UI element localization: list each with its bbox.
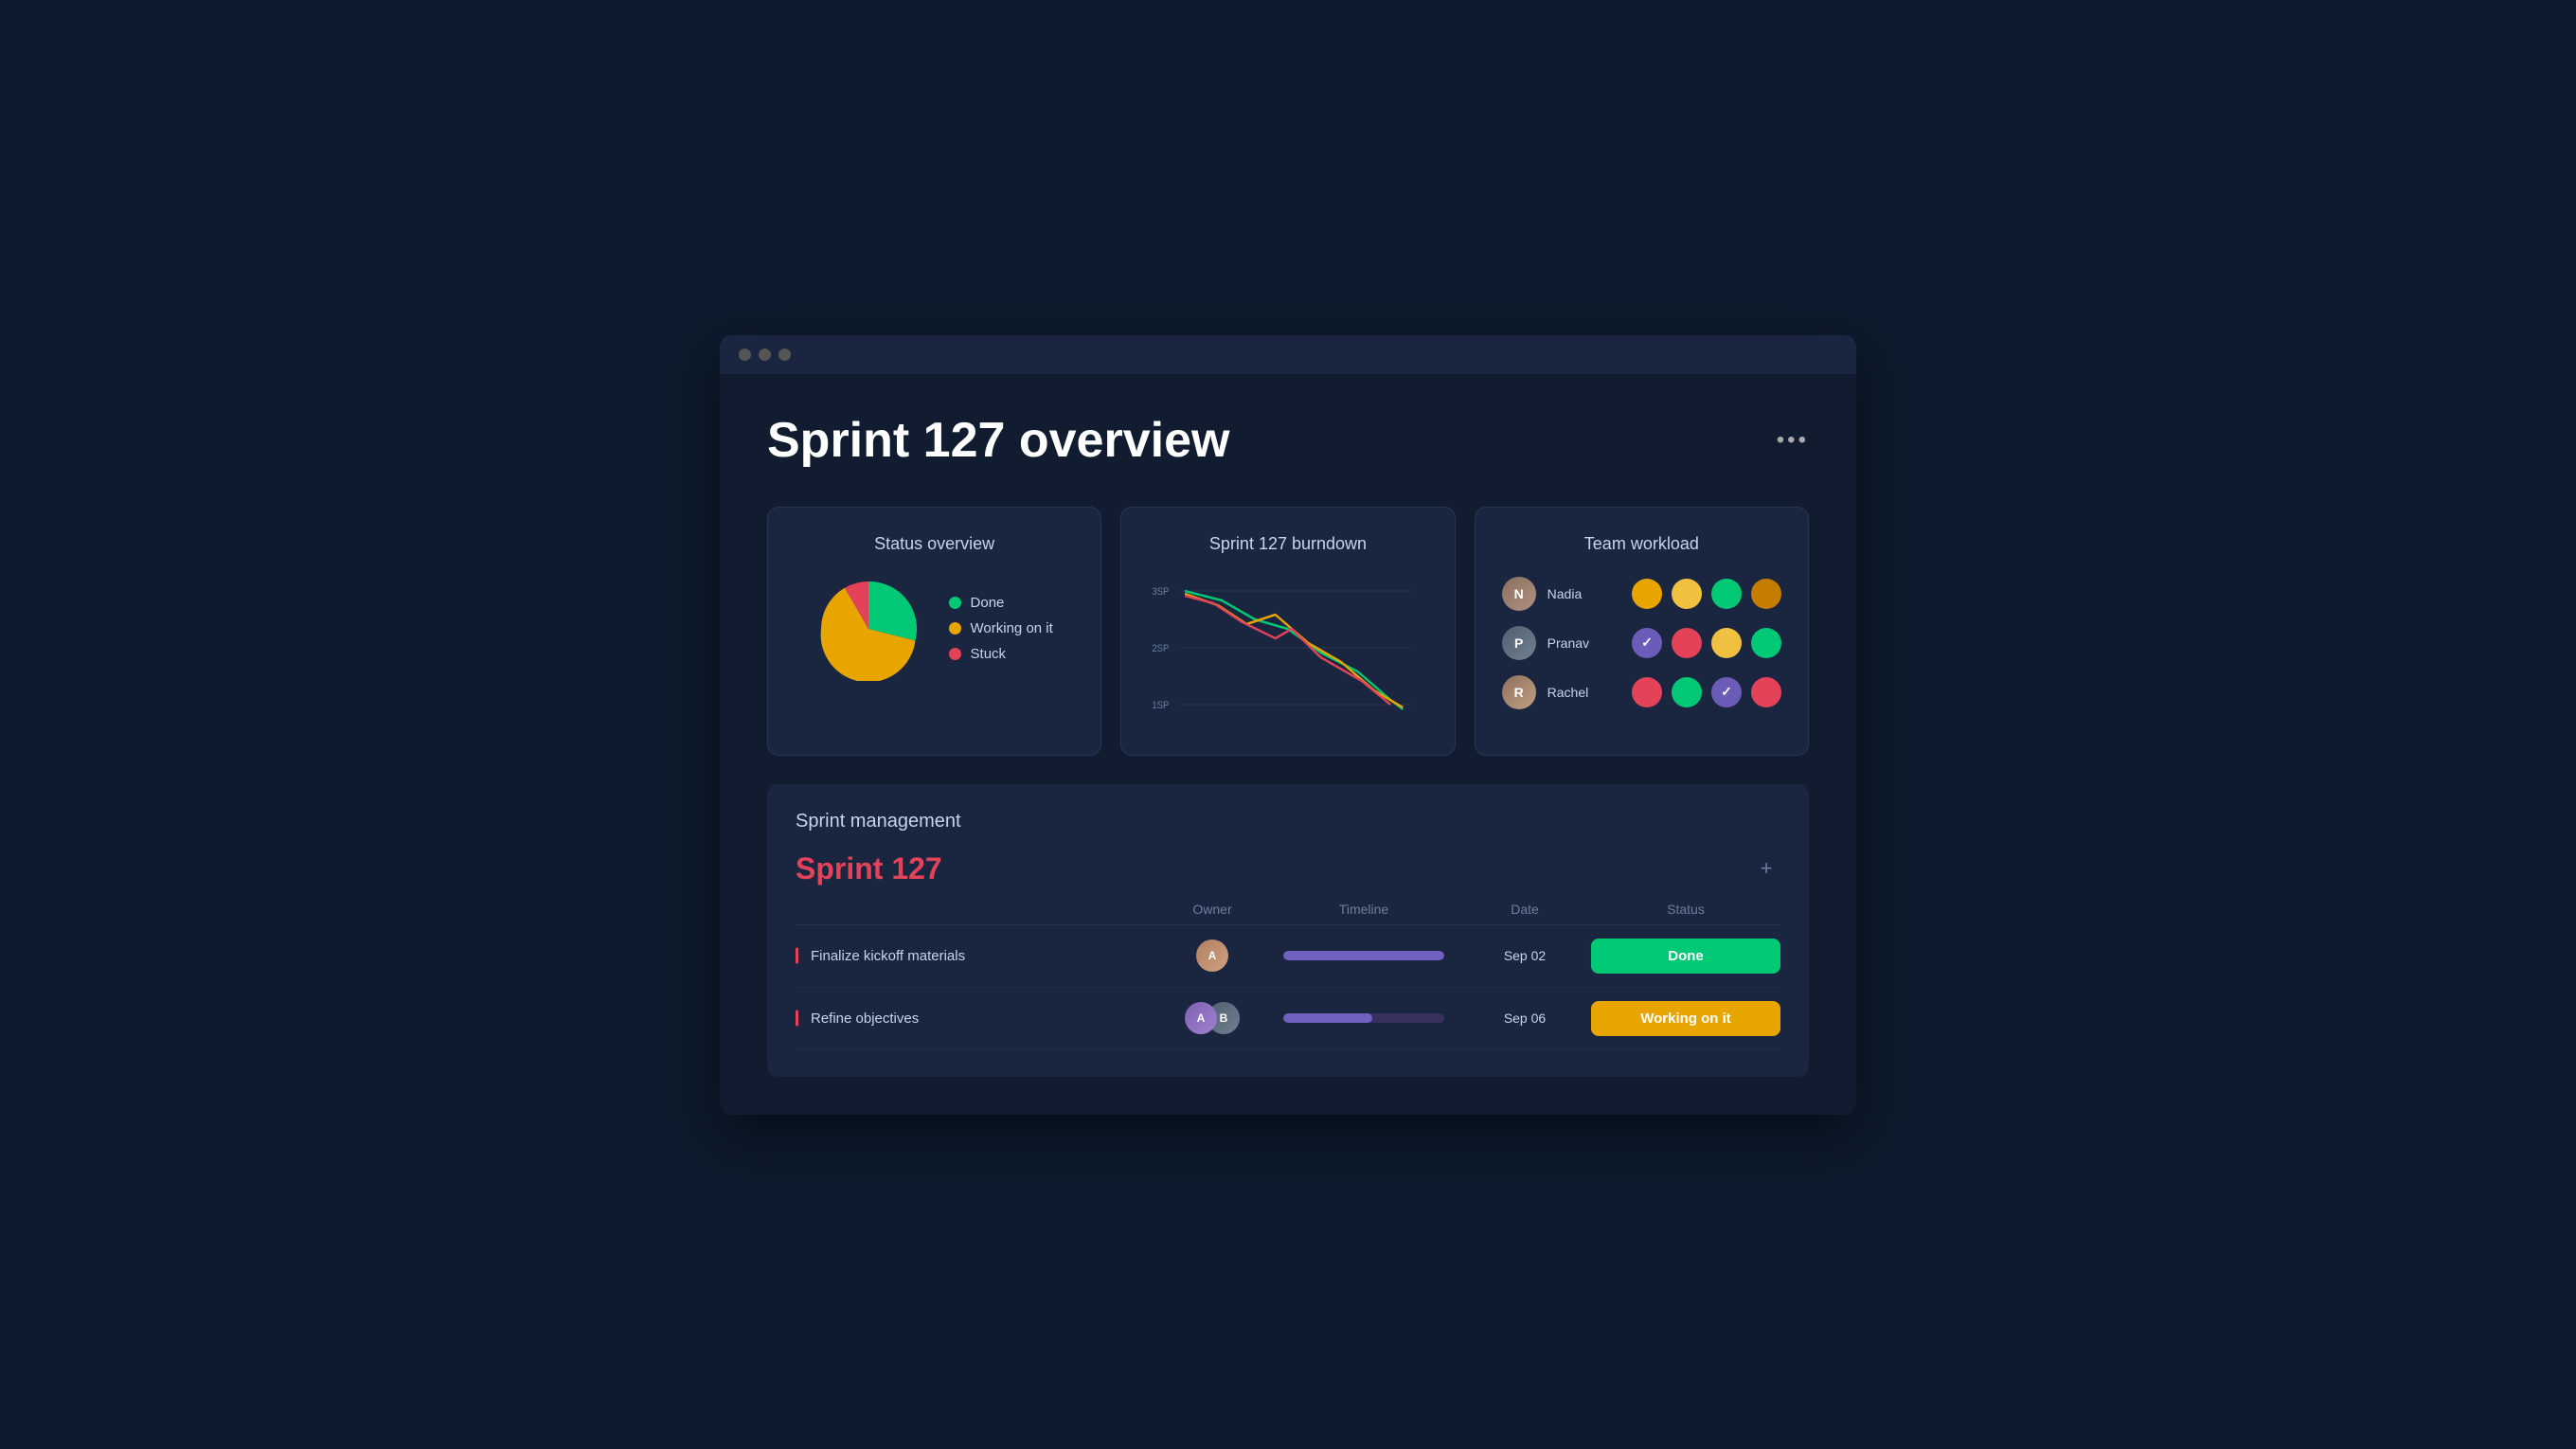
avatar-rachel: R bbox=[1502, 675, 1536, 709]
col-owner: Owner bbox=[1165, 902, 1260, 917]
workload-row-rachel: R Rachel ✓ bbox=[1502, 675, 1781, 709]
workload-row-nadia: N Nadia bbox=[1502, 577, 1781, 611]
timeline-cell-2 bbox=[1269, 1013, 1458, 1023]
pranav-dot-1: ✓ bbox=[1632, 628, 1662, 658]
sprint-header-row: Sprint 127 + bbox=[796, 851, 1780, 886]
nadia-dot-2 bbox=[1672, 579, 1702, 609]
team-workload-title: Team workload bbox=[1502, 534, 1781, 554]
task-name-2: Refine objectives bbox=[796, 1011, 1155, 1027]
timeline-bar-1 bbox=[1283, 951, 1444, 960]
more-menu-button[interactable]: ••• bbox=[1777, 427, 1809, 454]
page-title: Sprint 127 overview bbox=[767, 412, 1229, 469]
timeline-cell-1 bbox=[1269, 951, 1458, 960]
pranav-dot-4 bbox=[1751, 628, 1781, 658]
status-badge-1: Done bbox=[1591, 939, 1780, 974]
pranav-dots: ✓ bbox=[1611, 628, 1781, 658]
pie-section: Done Working on it Stuck bbox=[795, 577, 1074, 681]
nadia-dot-4 bbox=[1751, 579, 1781, 609]
burndown-card: Sprint 127 burndown 3SP 2SP 1SP bbox=[1120, 507, 1455, 756]
owner-cell-1: A bbox=[1165, 939, 1260, 972]
title-bar bbox=[720, 335, 1856, 374]
sprint-name: Sprint 127 bbox=[796, 851, 942, 886]
page-header: Sprint 127 overview ••• bbox=[767, 412, 1809, 469]
date-cell-1: Sep 02 bbox=[1468, 948, 1582, 963]
owner-avatar-1: A bbox=[1196, 939, 1228, 972]
pranav-dot-3 bbox=[1711, 628, 1742, 658]
nadia-dot-3 bbox=[1711, 579, 1742, 609]
owner-avatars-2: A B bbox=[1185, 1002, 1240, 1034]
avatar-pranav: P bbox=[1502, 626, 1536, 660]
rachel-dot-2 bbox=[1672, 677, 1702, 707]
task-row-1: Finalize kickoff materials A Sep 02 Done bbox=[796, 925, 1780, 988]
name-rachel: Rachel bbox=[1547, 685, 1600, 700]
stuck-label: Stuck bbox=[971, 646, 1007, 662]
nadia-dot-1 bbox=[1632, 579, 1662, 609]
avatar-nadia: N bbox=[1502, 577, 1536, 611]
nadia-dots bbox=[1611, 579, 1781, 609]
sprint-columns-header: Owner Timeline Date Status bbox=[796, 894, 1780, 925]
timeline-bar-2 bbox=[1283, 1013, 1444, 1023]
col-date: Date bbox=[1468, 902, 1582, 917]
task-row-2: Refine objectives A B Sep 06 Working on … bbox=[796, 988, 1780, 1050]
pie-chart bbox=[816, 577, 921, 681]
team-workload-card: Team workload N Nadia bbox=[1475, 507, 1809, 756]
status-overview-title: Status overview bbox=[795, 534, 1074, 554]
sprint-management-title: Sprint management bbox=[796, 811, 1780, 832]
name-pranav: Pranav bbox=[1547, 635, 1600, 651]
status-badge-2: Working on it bbox=[1591, 1001, 1780, 1036]
burndown-chart: 3SP 2SP 1SP bbox=[1148, 577, 1427, 728]
owner-avatar-2a: A bbox=[1185, 1002, 1217, 1034]
working-dot bbox=[949, 622, 961, 635]
working-label: Working on it bbox=[971, 620, 1053, 636]
pranav-dot-2 bbox=[1672, 628, 1702, 658]
burndown-title: Sprint 127 burndown bbox=[1148, 534, 1427, 554]
date-cell-2: Sep 06 bbox=[1468, 1011, 1582, 1026]
svg-text:1SP: 1SP bbox=[1153, 700, 1170, 711]
svg-text:3SP: 3SP bbox=[1153, 586, 1170, 598]
timeline-fill-1 bbox=[1283, 951, 1444, 960]
stuck-dot bbox=[949, 648, 961, 660]
add-task-button[interactable]: + bbox=[1752, 856, 1780, 881]
rachel-dots: ✓ bbox=[1611, 677, 1781, 707]
owner-cell-2: A B bbox=[1165, 1002, 1260, 1034]
window-dot-1 bbox=[739, 349, 751, 361]
name-nadia: Nadia bbox=[1547, 586, 1600, 601]
workload-row-pranav: P Pranav ✓ bbox=[1502, 626, 1781, 660]
pie-legend: Done Working on it Stuck bbox=[949, 595, 1053, 662]
status-overview-card: Status overview bbox=[767, 507, 1101, 756]
task-name-1: Finalize kickoff materials bbox=[796, 948, 1155, 964]
done-label: Done bbox=[971, 595, 1005, 611]
window-dot-3 bbox=[778, 349, 791, 361]
rachel-dot-3: ✓ bbox=[1711, 677, 1742, 707]
svg-text:2SP: 2SP bbox=[1153, 643, 1170, 654]
col-task bbox=[796, 902, 1155, 917]
timeline-fill-2 bbox=[1283, 1013, 1372, 1023]
sprint-management-section: Sprint management Sprint 127 + Owner Tim… bbox=[767, 784, 1809, 1077]
legend-item-done: Done bbox=[949, 595, 1053, 611]
rachel-dot-1 bbox=[1632, 677, 1662, 707]
workload-table: N Nadia P bbox=[1502, 577, 1781, 709]
legend-item-stuck: Stuck bbox=[949, 646, 1053, 662]
main-content: Sprint 127 overview ••• Status overview bbox=[720, 374, 1856, 1115]
done-dot bbox=[949, 597, 961, 609]
col-status: Status bbox=[1591, 902, 1780, 917]
window-dot-2 bbox=[759, 349, 771, 361]
col-timeline: Timeline bbox=[1269, 902, 1458, 917]
app-window: Sprint 127 overview ••• Status overview bbox=[720, 335, 1856, 1115]
rachel-dot-4 bbox=[1751, 677, 1781, 707]
cards-row: Status overview bbox=[767, 507, 1809, 756]
legend-item-working: Working on it bbox=[949, 620, 1053, 636]
